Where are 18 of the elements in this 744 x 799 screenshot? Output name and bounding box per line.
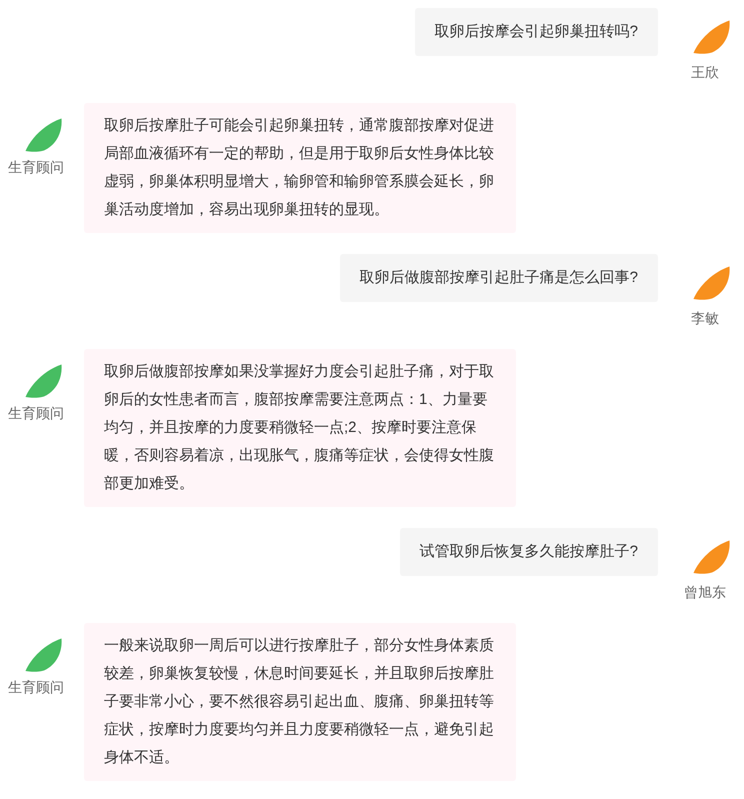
sender-name: 王欣 [691, 63, 719, 82]
sender-name: 生育顾问 [8, 158, 64, 177]
leaf-avatar-icon [693, 20, 730, 54]
question-bubble: 试管取卵后恢复多久能按摩肚子? [400, 528, 658, 576]
leaf-avatar-icon [25, 364, 62, 398]
answer-bubble: 取卵后做腹部按摩如果没掌握好力度会引起肚子痛，对于取卵后的女性患者而言，腹部按摩需要注意两点：1、力量要均匀，并且按摩的力度要稍微轻一点;2、按摩时要注意保暖，否则容易着凉，出现胀气，腹痛等症状，会使得女性腹部更加难受。 [84, 349, 516, 507]
sender-name: 生育顾问 [8, 678, 64, 697]
answer-bubble: 取卵后按摩肚子可能会引起卵巢扭转，通常腹部按摩对促进局部血液循环有一定的帮助，但是用于取卵后女性身体比较虚弱，卵巢体积明显增大，输卵管和输卵管系膜会延长，卵巢活动度增加，容易出现卵巢扭转的显现。 [84, 103, 516, 233]
leaf-avatar-icon [25, 118, 62, 152]
sender-name: 曾旭东 [684, 583, 726, 602]
leaf-avatar-icon [25, 638, 62, 672]
question-bubble: 取卵后做腹部按摩引起肚子痛是怎么回事? [340, 254, 658, 302]
question-bubble: 取卵后按摩会引起卵巢扭转吗? [414, 8, 658, 56]
sender-name: 生育顾问 [8, 404, 64, 423]
leaf-avatar-icon [693, 266, 730, 300]
answer-bubble: 一般来说取卵一周后可以进行按摩肚子，部分女性身体素质较差，卵巢恢复较慢，休息时间要延长，并且取卵后按摩肚子要非常小心，要不然很容易引起出血、腹痛、卵巢扭转等症状，按摩时力度要均匀并且力度要稍微轻一点，避免引起身体不适。 [84, 623, 516, 781]
sender-name: 李敏 [691, 309, 719, 328]
leaf-avatar-icon [693, 540, 730, 574]
